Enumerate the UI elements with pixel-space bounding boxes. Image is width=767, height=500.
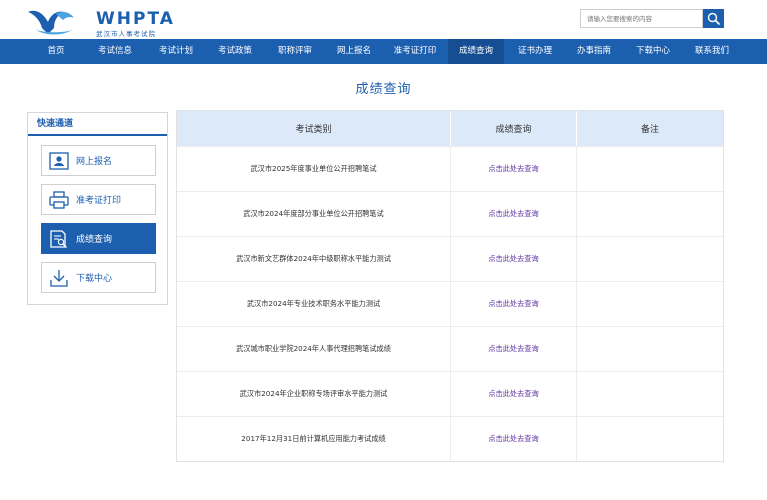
id-card-icon bbox=[42, 146, 76, 175]
query-link-cell: 点击此处去查询 bbox=[451, 237, 577, 281]
sidebar-item-online-register[interactable]: 网上报名 bbox=[41, 145, 156, 176]
score-query-table: 考试类别 成绩查询 备注 武汉市2025年度事业单位公开招聘笔试 点击此处去查询… bbox=[176, 110, 724, 462]
table-row: 武汉市新文艺群体2024年中级职称水平能力测试 点击此处去查询 bbox=[177, 236, 723, 281]
exam-category-cell: 武汉市2025年度事业单位公开招聘笔试 bbox=[177, 147, 451, 191]
nav-item-downloads[interactable]: 下载中心 bbox=[625, 39, 681, 64]
exam-category-cell: 武汉市2024年度部分事业单位公开招聘笔试 bbox=[177, 192, 451, 236]
logo-bird-icon bbox=[28, 10, 74, 35]
exam-category-cell: 武汉城市职业学院2024年人事代理招聘笔试成绩 bbox=[177, 327, 451, 371]
query-link[interactable]: 点击此处去查询 bbox=[488, 344, 538, 354]
sidebar-title: 快速通道 bbox=[28, 113, 167, 136]
site-header: WHPTA 武汉市人事考试院 bbox=[0, 0, 767, 40]
query-link-cell: 点击此处去查询 bbox=[451, 417, 577, 461]
nav-item-certificate[interactable]: 证书办理 bbox=[507, 39, 563, 64]
query-link[interactable]: 点击此处去查询 bbox=[488, 299, 538, 309]
note-cell bbox=[577, 372, 723, 416]
query-link[interactable]: 点击此处去查询 bbox=[488, 164, 538, 174]
nav-item-title-review[interactable]: 职称评审 bbox=[267, 39, 323, 64]
query-link[interactable]: 点击此处去查询 bbox=[488, 389, 538, 399]
sidebar-item-label: 下载中心 bbox=[76, 274, 113, 284]
table-header-row: 考试类别 成绩查询 备注 bbox=[177, 111, 723, 146]
table-row: 2017年12月31日前计算机应用能力考试成绩 点击此处去查询 bbox=[177, 416, 723, 461]
note-cell bbox=[577, 282, 723, 326]
note-cell bbox=[577, 327, 723, 371]
search-input[interactable] bbox=[580, 9, 703, 28]
query-link[interactable]: 点击此处去查询 bbox=[488, 254, 538, 264]
nav-item-exam-plan[interactable]: 考试计划 bbox=[149, 39, 203, 64]
table-row: 武汉市2025年度事业单位公开招聘笔试 点击此处去查询 bbox=[177, 146, 723, 191]
note-cell bbox=[577, 417, 723, 461]
table-row: 武汉市2024年企业职称专场评审水平能力测试 点击此处去查询 bbox=[177, 371, 723, 416]
query-link-cell: 点击此处去查询 bbox=[451, 282, 577, 326]
column-header-note: 备注 bbox=[640, 125, 659, 135]
search-button[interactable] bbox=[703, 9, 724, 28]
sidebar-item-downloads[interactable]: 下载中心 bbox=[41, 262, 156, 293]
nav-item-guide[interactable]: 办事指南 bbox=[566, 39, 622, 64]
query-link[interactable]: 点击此处去查询 bbox=[488, 434, 538, 444]
note-cell bbox=[577, 237, 723, 281]
nav-item-exam-policy[interactable]: 考试政策 bbox=[207, 39, 263, 64]
nav-item-home[interactable]: 首页 bbox=[30, 39, 82, 64]
printer-icon bbox=[42, 185, 76, 214]
note-cell bbox=[577, 147, 723, 191]
page-title: 成绩查询 bbox=[355, 82, 412, 97]
exam-category-cell: 武汉市2024年企业职称专场评审水平能力测试 bbox=[177, 372, 451, 416]
nav-item-contact[interactable]: 联系我们 bbox=[684, 39, 740, 64]
exam-category-cell: 武汉市新文艺群体2024年中级职称水平能力测试 bbox=[177, 237, 451, 281]
nav-item-exam-info[interactable]: 考试信息 bbox=[84, 39, 146, 64]
query-link[interactable]: 点击此处去查询 bbox=[488, 209, 538, 219]
sidebar-item-admit-print[interactable]: 准考证打印 bbox=[41, 184, 156, 215]
table-row: 武汉市2024年专业技术职务水平能力测试 点击此处去查询 bbox=[177, 281, 723, 326]
main-nav: 首页 考试信息 考试计划 考试政策 职称评审 网上报名 准考证打印 成绩查询 证… bbox=[0, 39, 767, 64]
quick-access-sidebar: 快速通道 网上报名 准考证打印 成绩查询 下载中心 bbox=[27, 112, 168, 305]
search-icon bbox=[707, 12, 720, 25]
query-link-cell: 点击此处去查询 bbox=[451, 372, 577, 416]
query-link-cell: 点击此处去查询 bbox=[451, 147, 577, 191]
sidebar-item-label: 成绩查询 bbox=[76, 235, 113, 245]
exam-category-cell: 2017年12月31日前计算机应用能力考试成绩 bbox=[177, 417, 451, 461]
site-logo[interactable]: WHPTA 武汉市人事考试院 bbox=[26, 6, 173, 38]
query-link-cell: 点击此处去查询 bbox=[451, 327, 577, 371]
nav-item-online-register[interactable]: 网上报名 bbox=[326, 39, 382, 64]
logo-subtitle: 武汉市人事考试院 bbox=[96, 30, 156, 38]
sidebar-item-label: 准考证打印 bbox=[76, 196, 122, 206]
nav-item-admit-print[interactable]: 准考证打印 bbox=[385, 39, 445, 64]
nav-item-score-query[interactable]: 成绩查询 bbox=[448, 39, 504, 64]
sidebar-item-label: 网上报名 bbox=[76, 157, 113, 167]
table-row: 武汉市2024年度部分事业单位公开招聘笔试 点击此处去查询 bbox=[177, 191, 723, 236]
column-header-query: 成绩查询 bbox=[451, 111, 577, 146]
sidebar-item-score-query[interactable]: 成绩查询 bbox=[41, 223, 156, 254]
exam-category-cell: 武汉市2024年专业技术职务水平能力测试 bbox=[177, 282, 451, 326]
logo-text: WHPTA bbox=[96, 9, 175, 29]
download-icon bbox=[42, 263, 76, 292]
note-cell bbox=[577, 192, 723, 236]
query-link-cell: 点击此处去查询 bbox=[451, 192, 577, 236]
document-search-icon bbox=[42, 224, 76, 253]
column-header-category: 考试类别 bbox=[177, 111, 451, 146]
table-row: 武汉城市职业学院2024年人事代理招聘笔试成绩 点击此处去查询 bbox=[177, 326, 723, 371]
